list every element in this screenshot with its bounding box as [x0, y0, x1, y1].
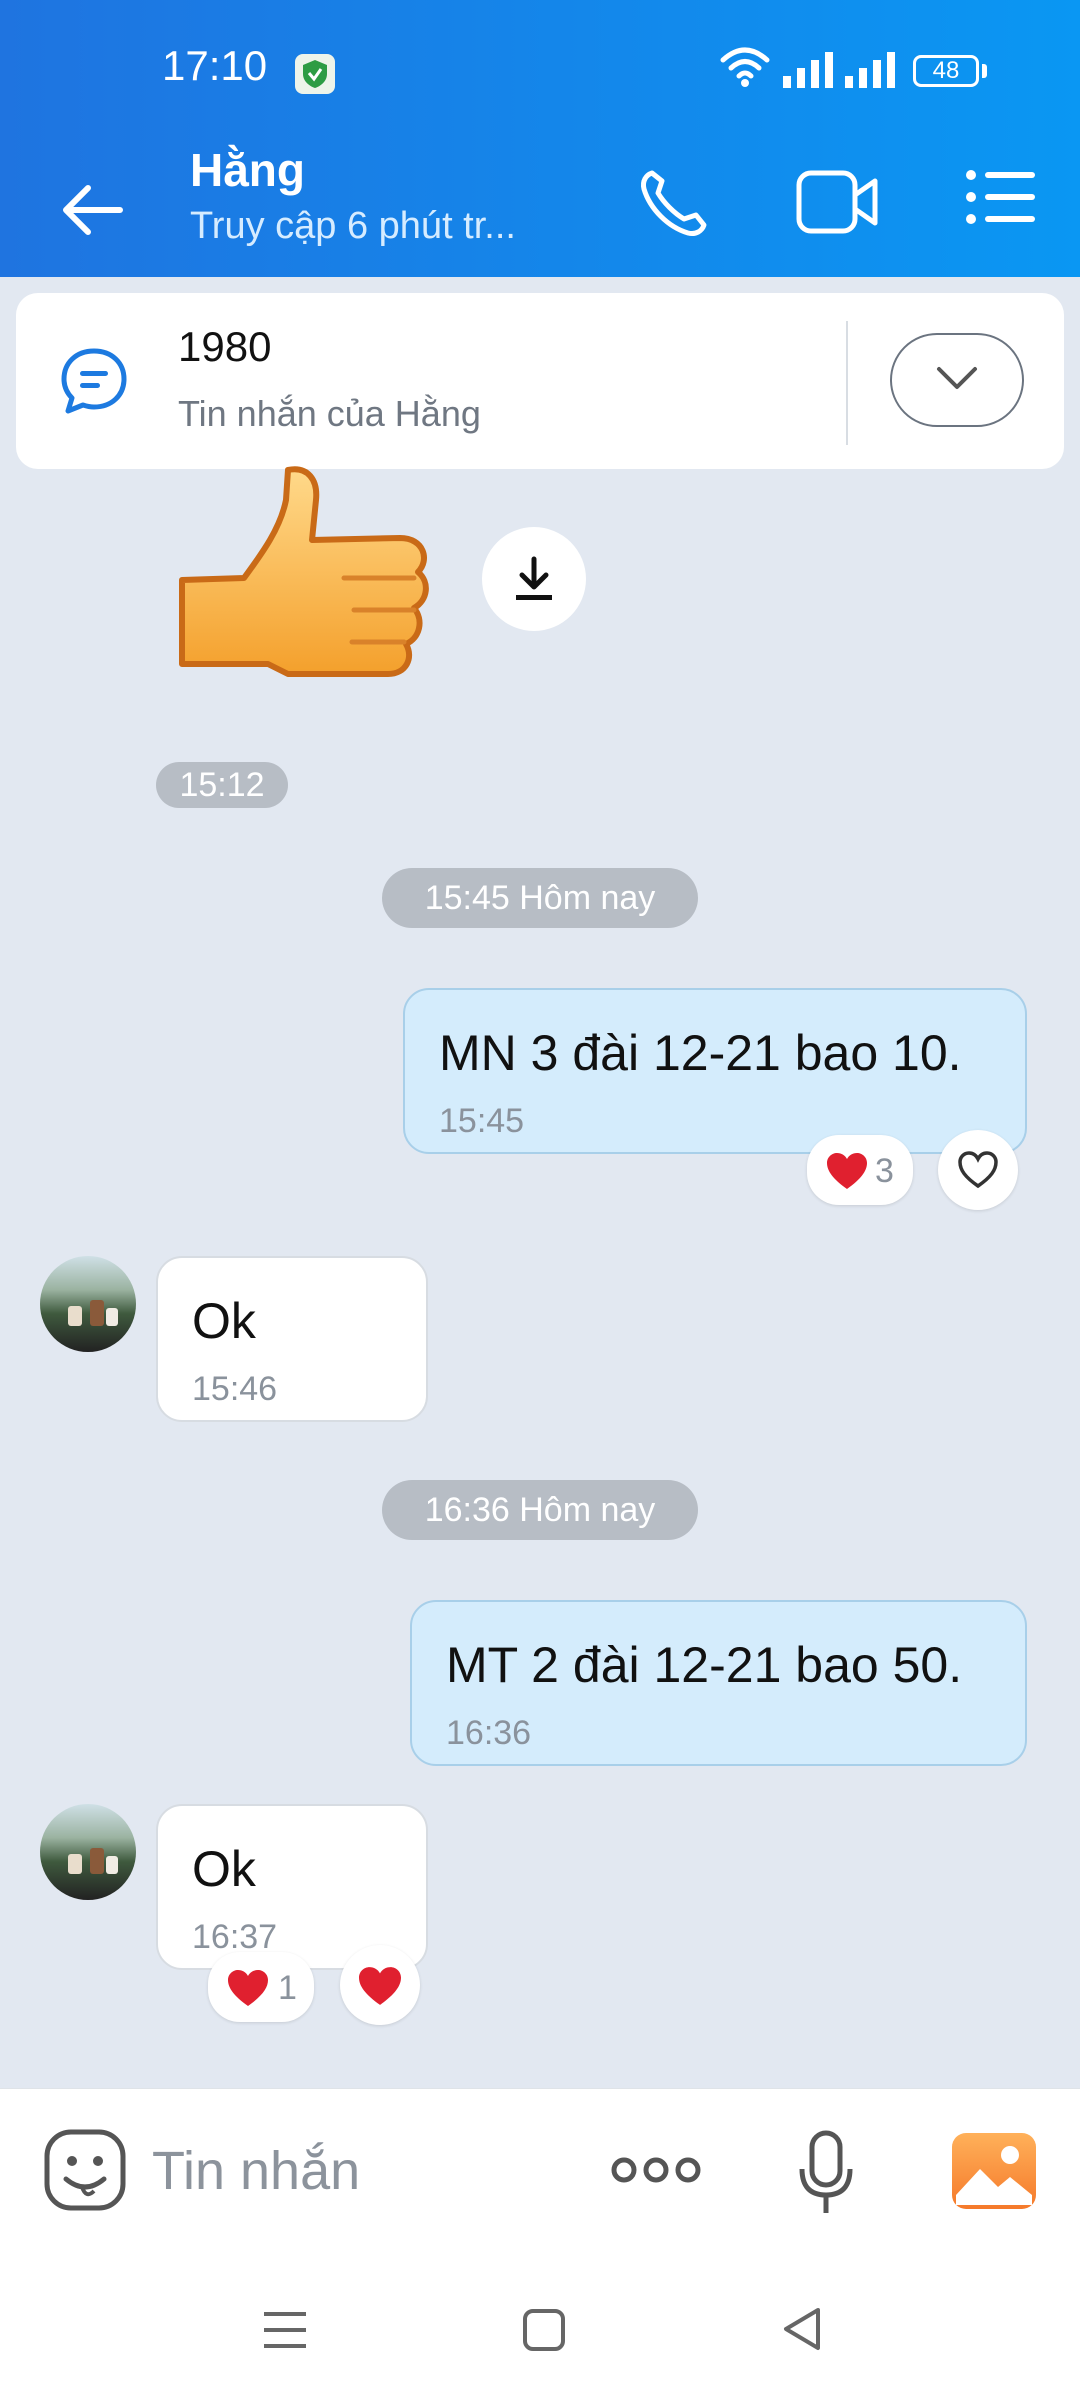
incoming-message[interactable]: Ok 15:46 [156, 1256, 428, 1422]
menu-list-icon[interactable] [965, 167, 1037, 227]
recent-apps-icon[interactable] [262, 2308, 308, 2352]
reaction-summary[interactable]: 1 [208, 1952, 314, 2022]
message-text: Ok [192, 1293, 256, 1349]
reaction-summary[interactable]: 3 [807, 1135, 913, 1205]
thumbs-up-sticker[interactable] [168, 460, 438, 720]
message-time: 16:36 [446, 1714, 532, 1752]
pinned-subtitle: Tin nhắn của Hằng [178, 393, 481, 434]
message-text: Ok [192, 1841, 256, 1897]
wifi-icon [720, 47, 770, 87]
more-options-icon[interactable] [610, 2155, 702, 2185]
sticker-time: 15:12 [156, 762, 288, 808]
phone-call-icon[interactable] [636, 165, 712, 241]
video-call-icon[interactable] [795, 167, 881, 237]
message-text: MN 3 đài 12-21 bao 10. [439, 1025, 962, 1081]
pinned-title: 1980 [178, 323, 272, 370]
message-input[interactable] [152, 2131, 572, 2211]
react-button[interactable] [340, 1945, 420, 2025]
outgoing-message[interactable]: MT 2 đài 12-21 bao 50. 16:36 [410, 1600, 1027, 1766]
contact-last-seen: Truy cập 6 phút tr... [190, 205, 516, 247]
heart-icon [359, 1967, 401, 2005]
heart-outline-icon [958, 1151, 998, 1189]
status-bar: 17:10 48 [0, 0, 1080, 115]
contact-name[interactable]: Hằng [190, 143, 305, 197]
image-icon [956, 2146, 1032, 2205]
signal-icon [783, 52, 833, 88]
message-time: 15:46 [192, 1370, 278, 1408]
download-button[interactable] [482, 527, 586, 631]
image-gallery-icon[interactable] [952, 2133, 1036, 2209]
date-separator: 15:45 Hôm nay [382, 868, 698, 928]
avatar[interactable] [40, 1804, 136, 1900]
battery-tip [982, 64, 987, 78]
shield-icon [295, 54, 335, 94]
back-arrow-icon[interactable] [58, 170, 138, 250]
microphone-icon[interactable] [796, 2129, 856, 2219]
chevron-down-icon [937, 367, 977, 389]
message-time: 15:45 [439, 1102, 525, 1140]
nav-back-icon[interactable] [780, 2306, 824, 2352]
message-input-bar [0, 2088, 1080, 2269]
sticker-emoji-icon[interactable] [42, 2127, 128, 2213]
date-separator: 16:36 Hôm nay [382, 1480, 698, 1540]
battery-icon: 48 [913, 55, 979, 87]
reaction-count: 3 [875, 1152, 894, 1190]
signal-icon [845, 52, 895, 88]
system-nav-bar [0, 2268, 1080, 2400]
divider [846, 321, 848, 445]
message-text: MT 2 đài 12-21 bao 50. [446, 1637, 963, 1693]
pinned-message-card[interactable]: 1980 Tin nhắn của Hằng [16, 293, 1064, 469]
heart-icon [827, 1153, 867, 1189]
outgoing-message[interactable]: MN 3 đài 12-21 bao 10. 15:45 [403, 988, 1027, 1154]
heart-icon [228, 1970, 268, 2006]
status-time: 17:10 [162, 42, 268, 89]
chat-header: Hằng Truy cập 6 phút tr... [0, 115, 1080, 277]
download-icon [516, 556, 552, 600]
home-icon[interactable] [522, 2308, 566, 2352]
chat-bubble-icon [61, 348, 127, 414]
avatar[interactable] [40, 1256, 136, 1352]
reaction-count: 1 [278, 1969, 297, 2007]
react-button[interactable] [938, 1130, 1018, 1210]
expand-pinned-button[interactable] [890, 333, 1024, 427]
